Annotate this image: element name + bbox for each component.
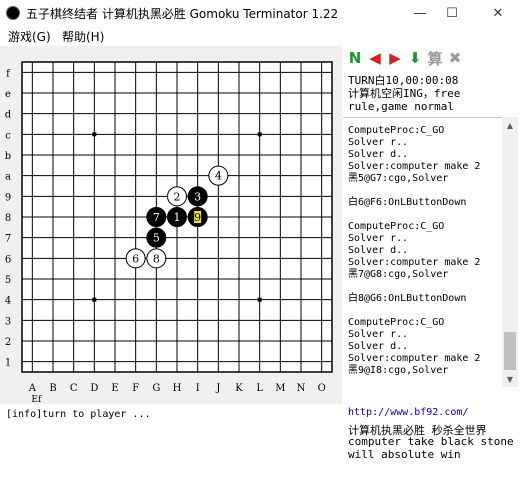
row-label: 6 [5, 254, 11, 265]
column-label: M [275, 383, 285, 394]
column-label: E [111, 383, 118, 394]
extra-label: Ef [31, 395, 42, 404]
row-label: 7 [5, 234, 11, 245]
column-label: G [152, 383, 160, 394]
stone-number: 5 [153, 232, 160, 245]
scroll-up-icon[interactable]: ▲ [502, 117, 518, 133]
column-label: D [90, 383, 98, 394]
row-label: 2 [5, 337, 11, 348]
star-point [257, 297, 262, 302]
rule-status: rule,game normal [348, 100, 454, 113]
stone-number: 6 [132, 252, 139, 265]
log-scrollbar[interactable]: ▲ ▼ [502, 117, 518, 387]
website-link[interactable]: http://www.bf92.com/ [348, 407, 468, 418]
board-panel: A B C D E F G H I J K L M N O Ef 1 2 3 4 5 6 7 8 9 a b c d e f 1 2 3 4 5 6 7 8… [0, 46, 342, 405]
log-line: Solver d.. [348, 149, 409, 160]
log-line: ComputeProc:C_GO [348, 125, 445, 136]
column-label: C [70, 383, 78, 394]
redo-icon[interactable]: ▶ [386, 48, 404, 68]
menu-help[interactable]: 帮助(H) [62, 28, 104, 45]
row-label: c [5, 130, 11, 141]
stone-number: 3 [194, 190, 201, 203]
scroll-thumb[interactable] [504, 332, 516, 370]
download-icon[interactable]: ⬇ [406, 48, 424, 68]
log-line: Solver d.. [348, 341, 409, 352]
column-label: O [318, 383, 326, 394]
log-line: ComputeProc:C_GO [348, 317, 445, 328]
menu-game[interactable]: 游戏(G) [8, 28, 51, 45]
stone-number: 1 [174, 211, 181, 224]
menu-bar: 游戏(G) 帮助(H) [0, 26, 520, 46]
log-line: 黑5@G7:cgo,Solver [348, 173, 449, 184]
row-label: d [5, 110, 12, 121]
row-label: 3 [5, 316, 11, 327]
column-label: B [49, 383, 56, 394]
turn-timer: TURN白10,00:00:08 [348, 74, 459, 87]
close-button[interactable]: ✕ [478, 0, 518, 26]
row-label: 9 [5, 192, 11, 203]
log-line: Solver r.. [348, 233, 409, 244]
log-line: 黑7@G8:cgo,Solver [348, 269, 449, 280]
promo-line-2: computer take black stone [348, 435, 514, 448]
log-line: 黑9@I8:cgo,Solver [348, 365, 449, 376]
maximize-button[interactable]: ☐ [432, 0, 472, 26]
window-title: 五子棋终结者 计算机执黑必胜 Gomoku Terminator 1.22 [26, 7, 339, 21]
turn-info: TURN白10,00:00:08 计算机空闲ING，free rule,game… [348, 74, 460, 113]
star-point [92, 132, 97, 137]
toolbar: N ◀ ▶ ⬇ 算 ✖ [346, 48, 464, 70]
title-bar: 五子棋终结者 计算机执黑必胜 Gomoku Terminator 1.22 — … [0, 0, 520, 26]
promo-line-3: will absolute win [348, 448, 461, 461]
stone-number: 7 [153, 211, 160, 224]
column-label: I [196, 383, 200, 394]
scroll-down-icon[interactable]: ▼ [502, 371, 518, 387]
column-label: A [28, 383, 37, 394]
column-label: H [173, 383, 182, 394]
row-label: a [5, 172, 11, 183]
log-line: ComputeProc:C_GO [348, 221, 445, 232]
stone-number: 8 [153, 252, 160, 265]
compute-icon[interactable]: 算 [426, 48, 444, 68]
status-area: [info]turn to player ... [0, 404, 342, 478]
column-label: K [235, 383, 243, 394]
log-line: 白8@G6:OnLButtonDown [348, 293, 467, 304]
promo-area: http://www.bf92.com/ 计算机执黑必胜 秒杀全世界 compu… [343, 404, 520, 478]
stone-number: 2 [174, 190, 181, 203]
log-panel: ComputeProc:C_GO Solver r.. Solver d.. Solv… [343, 117, 518, 388]
log-line: Solver:computer make 2 [348, 353, 481, 364]
gomoku-board[interactable]: A B C D E F G H I J K L M N OEf123456789abcdef12 345678… [0, 46, 342, 405]
row-label: 8 [5, 213, 11, 224]
log-line: 白6@F6:OnLButtonDown [348, 197, 467, 208]
computer-status: 计算机空闲ING，free [348, 87, 461, 100]
log-line: Solver r.. [348, 137, 409, 148]
log-line: Solver d.. [348, 245, 409, 256]
row-label: 4 [5, 296, 11, 307]
log-line: Solver r.. [348, 329, 409, 340]
column-label: N [297, 383, 306, 394]
row-label: f [6, 68, 11, 79]
stone-number: 4 [215, 170, 222, 183]
new-game-icon[interactable]: N [346, 48, 364, 68]
column-label: F [132, 383, 139, 394]
stone-number: 9 [194, 211, 201, 224]
stop-icon[interactable]: ✖ [446, 48, 464, 68]
star-point [257, 132, 262, 137]
row-label: 1 [5, 358, 11, 369]
undo-icon[interactable]: ◀ [366, 48, 384, 68]
row-label: e [5, 89, 11, 100]
row-label: b [5, 151, 11, 162]
log-line: Solver:computer make 2 [348, 161, 481, 172]
status-text: [info]turn to player ... [6, 409, 151, 420]
column-label: J [215, 383, 220, 394]
star-point [92, 297, 97, 302]
column-label: L [256, 383, 263, 394]
log-line: Solver:computer make 2 [348, 257, 481, 268]
row-label: 5 [5, 275, 11, 286]
app-stone-icon [6, 6, 20, 20]
